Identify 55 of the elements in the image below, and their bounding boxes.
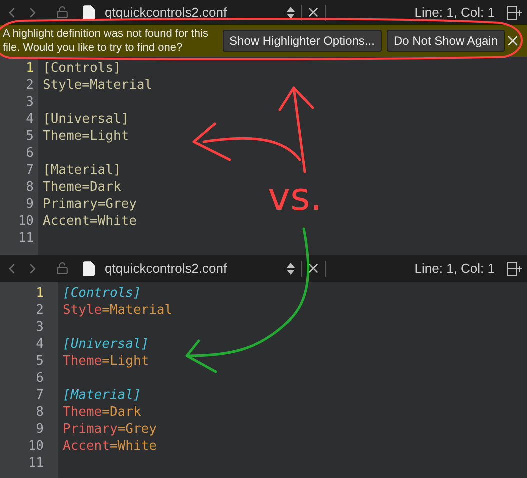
line-number: 10 [28,438,44,456]
code-line: Theme=Light [63,352,150,371]
line-number: 6 [26,144,34,163]
up-down-icon[interactable] [287,262,295,274]
file-name[interactable]: qtquickcontrols2.conf [105,2,285,22]
code-line: Accent=White [43,212,137,231]
code-line: Theme=Light [43,128,130,146]
line-number: 4 [26,110,34,129]
code-line: Theme=Dark [43,178,122,197]
code-line: [Universal] [63,336,150,354]
code-line: Accent=White [63,438,157,456]
line-number: 9 [26,196,34,214]
info-bar-button[interactable]: Show Highlighter Options... [222,30,382,52]
code-line: [Material] [63,386,142,405]
lock-icon[interactable] [56,6,69,19]
code-line: Primary=Grey [43,196,137,214]
line-number: 7 [26,162,34,180]
line-number: 2 [26,76,34,95]
line-number: 6 [36,370,44,388]
lock-icon[interactable] [56,262,69,275]
line-number: 3 [26,94,34,112]
file-icon [81,4,97,20]
code-line: Primary=Grey [63,420,157,439]
cursor-position: Line: 1, Col: 1 [414,260,495,278]
code-line: Theme=Dark [63,404,142,422]
split-icon[interactable] [507,262,523,276]
close-button[interactable] [306,5,321,20]
code-line: Style=Material [43,76,153,95]
info-message: A highlight definition was not found for this file. Would you like to try to find one? [3,27,210,55]
code-line: [Universal] [43,110,130,129]
line-number: 8 [36,404,44,422]
code-line: [Controls] [63,284,142,303]
annotation-text: vs. [268,178,322,216]
line-number: 11 [28,454,44,473]
info-bar-button[interactable]: Do Not Show Again [386,30,505,52]
line-number: 4 [36,336,44,354]
line-number: 8 [26,178,34,197]
line-number: 5 [36,352,44,371]
code-line: [Controls] [43,60,122,78]
line-number: 10 [18,212,34,231]
file-name[interactable]: qtquickcontrols2.conf [105,258,285,278]
file-icon [81,260,97,276]
line-number: 2 [36,302,44,320]
line-number: 9 [36,420,44,439]
cursor-position: Line: 1, Col: 1 [414,4,495,22]
code-line: Style=Material [63,302,173,320]
line-number: 1 [26,60,34,78]
split-icon[interactable] [507,6,523,20]
line-number: 3 [36,318,44,337]
line-number: 7 [36,386,44,405]
line-number: 11 [18,230,34,248]
code-line: [Material] [43,162,122,180]
line-number: 1 [36,284,44,303]
line-number: 5 [26,128,34,146]
up-down-icon[interactable] [287,6,295,18]
